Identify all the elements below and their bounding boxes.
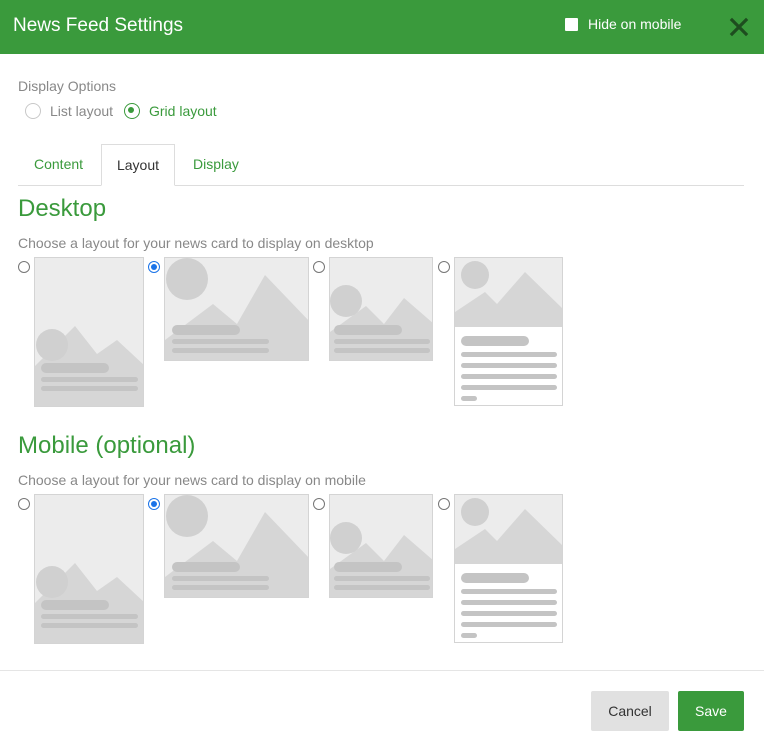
- cancel-button[interactable]: Cancel: [591, 691, 669, 731]
- grid-layout-radio[interactable]: [124, 103, 140, 119]
- mobile-description: Choose a layout for your news card to di…: [18, 472, 366, 488]
- mobile-layout-3-preview[interactable]: [329, 494, 433, 598]
- desktop-description: Choose a layout for your news card to di…: [18, 235, 374, 251]
- footer-divider: [0, 670, 764, 671]
- grid-layout-label: Grid layout: [149, 103, 217, 119]
- dialog-header: News Feed Settings Hide on mobile: [0, 0, 764, 54]
- desktop-layout-4-preview[interactable]: [454, 257, 563, 406]
- mobile-layout-3-radio[interactable]: [313, 498, 325, 510]
- desktop-layout-1-radio[interactable]: [18, 261, 30, 273]
- display-options-label: Display Options: [18, 78, 117, 94]
- hide-on-mobile-label: Hide on mobile: [588, 16, 682, 32]
- tab-display[interactable]: Display: [193, 144, 239, 185]
- desktop-layout-3-preview[interactable]: [329, 257, 433, 361]
- settings-tabs: Content Layout Display: [18, 144, 744, 186]
- mobile-heading: Mobile (optional): [18, 432, 196, 459]
- tab-layout[interactable]: Layout: [101, 144, 175, 186]
- list-layout-radio[interactable]: [25, 103, 41, 119]
- dialog-title: News Feed Settings: [13, 15, 184, 36]
- desktop-heading: Desktop: [18, 195, 107, 222]
- mobile-layout-1-radio[interactable]: [18, 498, 30, 510]
- mobile-layout-2-radio[interactable]: [148, 498, 160, 510]
- mobile-layout-4-radio[interactable]: [438, 498, 450, 510]
- mobile-layout-2-preview[interactable]: [164, 494, 309, 598]
- save-button[interactable]: Save: [678, 691, 744, 731]
- close-icon[interactable]: [729, 17, 749, 37]
- desktop-layout-4-radio[interactable]: [438, 261, 450, 273]
- desktop-layout-3-radio[interactable]: [313, 261, 325, 273]
- desktop-layout-1-preview[interactable]: [34, 257, 144, 407]
- hide-on-mobile-checkbox[interactable]: [565, 17, 578, 31]
- desktop-layout-2-preview[interactable]: [164, 257, 309, 361]
- hide-on-mobile-toggle[interactable]: Hide on mobile: [565, 16, 681, 32]
- tab-content[interactable]: Content: [34, 144, 83, 185]
- mobile-layout-1-preview[interactable]: [34, 494, 144, 644]
- desktop-layout-2-radio[interactable]: [148, 261, 160, 273]
- list-layout-label: List layout: [50, 103, 114, 119]
- grid-layout-option[interactable]: Grid layout: [124, 103, 217, 119]
- list-layout-option[interactable]: List layout: [25, 103, 113, 119]
- mobile-layout-4-preview[interactable]: [454, 494, 563, 643]
